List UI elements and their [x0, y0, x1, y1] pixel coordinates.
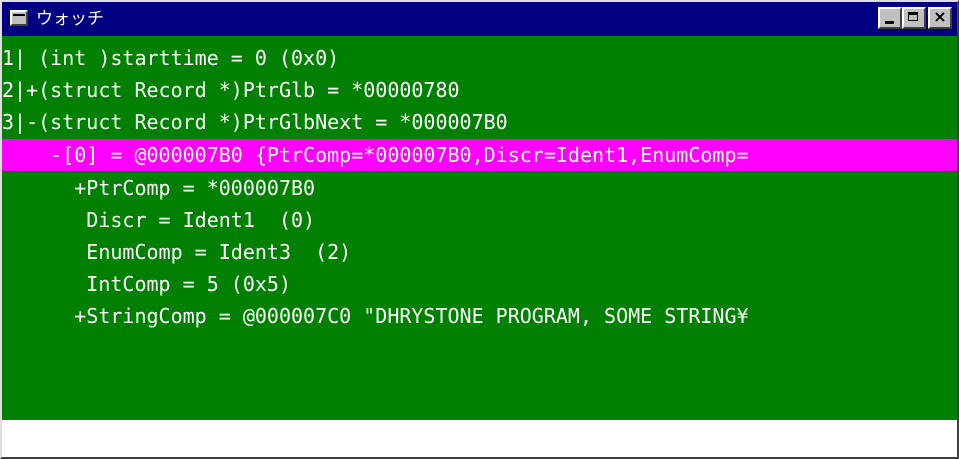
watch-line-discr[interactable]: Discr = Ident1 (0)	[2, 204, 315, 236]
watch-line-ptrcomp[interactable]: +PtrComp = *000007B0	[2, 172, 315, 204]
watch-line-enumcomp[interactable]: EnumComp = Ident3 (2)	[2, 236, 351, 268]
title-bar[interactable]: ウォッチ ×	[2, 2, 957, 36]
minimize-button[interactable]	[878, 7, 902, 29]
window-bottom-area	[2, 420, 957, 457]
close-icon: ×	[933, 7, 947, 26]
minimize-icon	[885, 21, 894, 24]
window-title: ウォッチ	[36, 9, 104, 29]
watch-line-starttime[interactable]: 1| (int )starttime = 0 (0x0)	[2, 42, 339, 74]
watch-list[interactable]: 1| (int )starttime = 0 (0x0) 2|+(struct …	[2, 36, 957, 420]
watch-line-intcomp[interactable]: IntComp = 5 (0x5)	[2, 268, 291, 300]
close-button[interactable]: ×	[928, 7, 952, 29]
maximize-icon	[908, 12, 918, 21]
watch-line-ptrglb[interactable]: 2|+(struct Record *)PtrGlb = *00000780	[2, 74, 460, 106]
watch-line-element-0-selected[interactable]: -[0] = @000007B0 {PtrComp=*000007B0,Disc…	[2, 139, 957, 171]
watch-line-stringcomp[interactable]: +StringComp = @000007C0 "DHRYSTONE PROGR…	[2, 300, 748, 332]
system-menu-icon[interactable]	[10, 10, 28, 26]
watch-line-ptrglbnext[interactable]: 3|-(struct Record *)PtrGlbNext = *000007…	[2, 106, 508, 138]
maximize-button[interactable]	[902, 7, 926, 29]
watch-window: ウォッチ × 1| (int )starttime = 0 (0x0) 2|+(…	[0, 0, 959, 459]
